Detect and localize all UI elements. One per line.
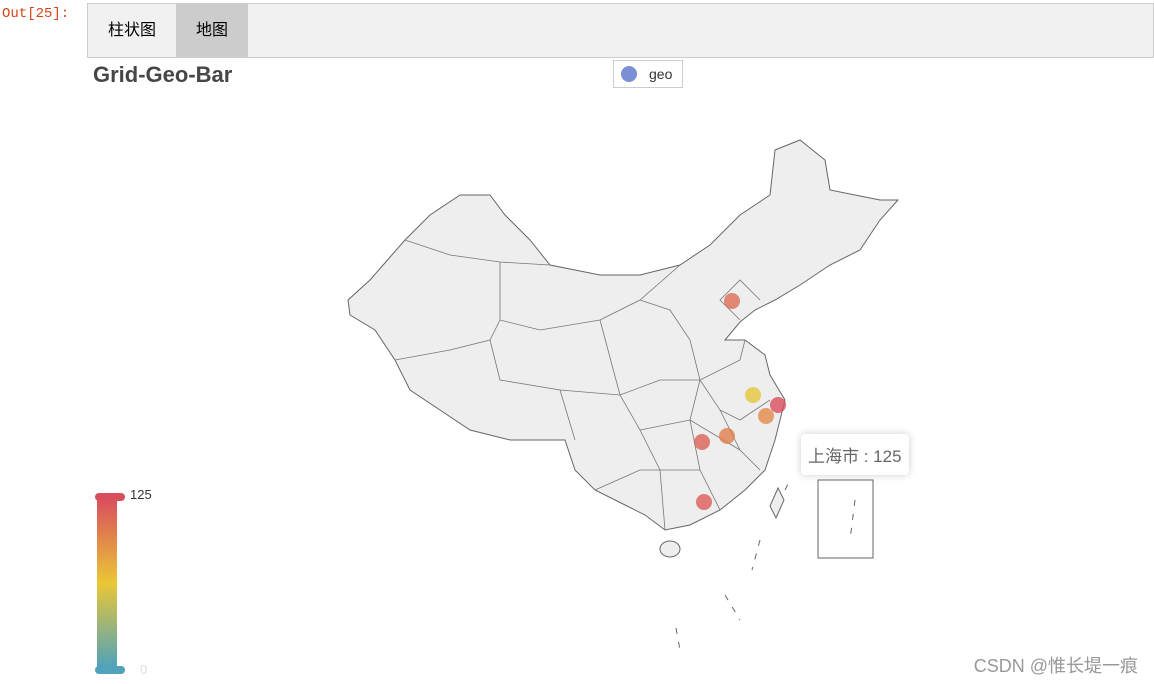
visual-map-min-handle[interactable]: [95, 666, 125, 674]
watermark: CSDN @惟长堤一痕: [973, 656, 1138, 676]
tooltip: 上海市 : 125: [801, 434, 909, 475]
south-sea-inset: [817, 479, 874, 559]
scatter-point[interactable]: [696, 494, 712, 510]
scatter-point[interactable]: [724, 293, 740, 309]
scatter-point[interactable]: [770, 397, 786, 413]
taiwan[interactable]: [769, 486, 785, 520]
visual-map-min-label: 0: [140, 662, 148, 677]
scatter-point[interactable]: [719, 428, 735, 444]
visual-map[interactable]: [95, 493, 125, 674]
visual-map-max-label: 125: [130, 487, 152, 502]
china-map: [347, 139, 900, 651]
scatter-point[interactable]: [745, 387, 761, 403]
visual-map-gradient: [97, 499, 117, 667]
hainan-island[interactable]: [659, 540, 681, 558]
scatter-point[interactable]: [758, 408, 774, 424]
scatter-point[interactable]: [694, 434, 710, 450]
